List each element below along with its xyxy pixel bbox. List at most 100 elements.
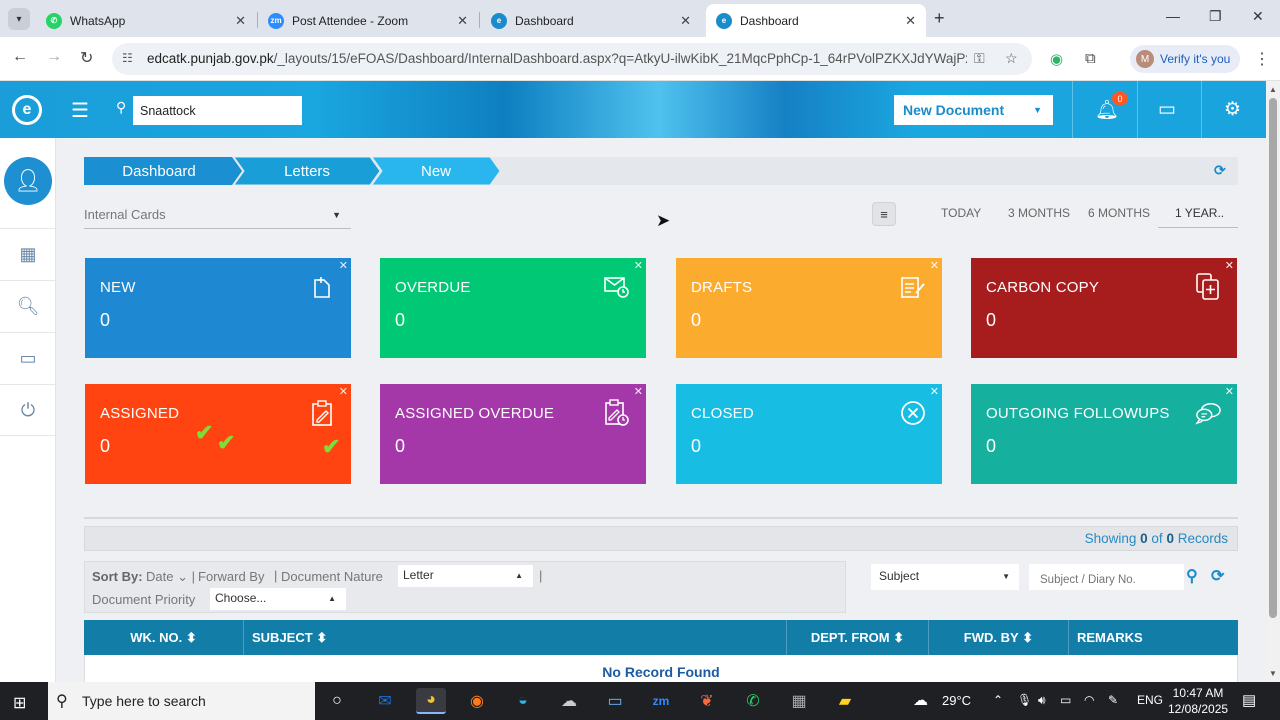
close-window-icon[interactable]: ✕ — [1252, 8, 1264, 25]
chrome-icon[interactable]: ◕ — [416, 688, 446, 714]
tab-dashboard[interactable]: e Dashboard ✕ — [481, 4, 701, 37]
chevron-up-icon[interactable]: ⌃ — [993, 693, 1003, 707]
range-3-months[interactable]: 3 MONTHS — [1008, 206, 1070, 220]
close-icon[interactable]: ✕ — [905, 13, 916, 29]
sticky-notes-icon[interactable]: ▰ — [830, 688, 860, 714]
search-input[interactable] — [133, 96, 302, 125]
scroll-thumb[interactable] — [1269, 98, 1277, 618]
new-tab-button[interactable]: + — [934, 8, 945, 29]
archive-tray-icon[interactable]: ▭ — [0, 332, 56, 384]
card-drafts[interactable]: DRAFTS 0 ✕ — [676, 258, 942, 358]
close-icon[interactable]: ✕ — [634, 259, 643, 272]
close-icon[interactable]: ✕ — [680, 13, 691, 29]
profile-verify-button[interactable]: M Verify it's you — [1130, 45, 1240, 73]
language-indicator[interactable]: ENG — [1137, 693, 1163, 707]
omnibox[interactable]: ☷ edcatk.punjab.gov.pk/_layouts/15/eFOAS… — [112, 43, 1032, 75]
taskbar-clock[interactable]: 10:47 AM 12/08/2025 — [1168, 685, 1228, 717]
card-outgoing-followups[interactable]: OUTGOING FOLLOWUPS 0 ✕ — [971, 384, 1237, 484]
scroll-up-icon[interactable]: ▲ — [1269, 85, 1277, 94]
tab-zoom[interactable]: zm Post Attendee - Zoom ✕ — [258, 4, 478, 37]
minimize-icon[interactable]: — — [1166, 8, 1180, 24]
column-dept-from[interactable]: DEPT. FROM ⬍ — [787, 620, 929, 655]
close-icon[interactable]: ✕ — [235, 13, 246, 29]
edge-icon[interactable]: ◒ — [508, 688, 538, 714]
pen-icon[interactable]: ✎ — [1108, 693, 1118, 707]
forward-icon[interactable]: → — [46, 48, 62, 66]
restore-icon[interactable]: ❐ — [1209, 8, 1222, 25]
url-text[interactable]: edcatk.punjab.gov.pk/_layouts/15/eFOAS/D… — [147, 51, 967, 66]
refresh-icon[interactable]: ⟳ — [1214, 162, 1226, 179]
close-icon[interactable]: ✕ — [930, 385, 939, 398]
card-assigned[interactable]: ASSIGNED 0 ✕ ✔ ✔ ✔ — [85, 384, 351, 484]
app-icon[interactable]: ❦ — [692, 688, 722, 714]
app-logo[interactable]: e — [12, 95, 42, 125]
user-profile-icon[interactable]: 👤︎ — [4, 157, 52, 205]
scroll-down-icon[interactable]: ▼ — [1269, 669, 1277, 678]
close-icon[interactable]: ✕ — [457, 13, 468, 29]
column-wk-no[interactable]: WK. NO. ⬍ — [84, 620, 244, 655]
bookmark-star-icon[interactable]: ☆ — [1005, 50, 1018, 67]
hamburger-menu-icon[interactable]: ☰ — [71, 98, 89, 123]
speaker-icon[interactable]: 🔊︎ — [1038, 693, 1046, 708]
document-search-icon[interactable]: 🔍︎ — [0, 280, 56, 332]
tab-whatsapp[interactable]: ✆ WhatsApp ✕ — [36, 4, 256, 37]
sort-date[interactable]: Date ⌄ | — [146, 569, 195, 585]
sort-forward-by[interactable]: Forward By — [198, 569, 264, 584]
close-icon[interactable]: ✕ — [1225, 259, 1234, 272]
wifi-icon[interactable]: ◠ — [1084, 693, 1094, 707]
card-overdue[interactable]: OVERDUE 0 ✕ — [380, 258, 646, 358]
list-view-button[interactable]: ≡ — [872, 202, 896, 226]
column-fwd-by[interactable]: FWD. BY ⬍ — [929, 620, 1069, 655]
puzzle-icon[interactable]: ⧉ — [1085, 50, 1096, 67]
range-1-year[interactable]: 1 YEAR.. — [1175, 206, 1224, 220]
whatsapp-icon[interactable]: ✆ — [738, 688, 768, 714]
notification-center-icon[interactable]: ▤ — [1242, 691, 1256, 709]
new-document-button[interactable]: New Document ▼ — [894, 95, 1053, 125]
card-carbon-copy[interactable]: CARBON COPY 0 ✕ — [971, 258, 1237, 358]
tab-search-dropdown[interactable]: ▾ — [8, 8, 30, 30]
page-scrollbar[interactable]: ▲ ▼ — [1266, 81, 1280, 682]
breadcrumb-dashboard[interactable]: Dashboard — [84, 157, 234, 185]
firefox-icon[interactable]: ◉ — [462, 688, 492, 714]
column-subject[interactable]: SUBJECT ⬍ — [244, 620, 787, 655]
range-today[interactable]: TODAY — [941, 206, 981, 220]
refresh-icon[interactable]: ⟳ — [1211, 566, 1224, 586]
dashboard-grid-icon[interactable]: ▦ — [0, 228, 56, 280]
app-window-icon[interactable]: ▭ — [600, 688, 630, 714]
site-info-icon[interactable]: ☷ — [122, 51, 133, 65]
weather-temp[interactable]: 29°C — [942, 693, 971, 708]
cards-type-select[interactable]: Internal Cards ▼ — [84, 203, 351, 229]
range-6-months[interactable]: 6 MONTHS — [1088, 206, 1150, 220]
diary-search-input[interactable] — [1029, 564, 1184, 590]
close-icon[interactable]: ✕ — [339, 259, 348, 272]
microphone-icon[interactable]: 🎙︎ — [1017, 693, 1032, 707]
subject-select[interactable]: Subject ▼ — [871, 564, 1019, 590]
weather-cloud-icon[interactable]: ☁ — [913, 691, 928, 709]
gear-icon[interactable]: ⚙ — [1224, 98, 1241, 121]
reload-icon[interactable]: ↻ — [80, 48, 93, 68]
more-menu-icon[interactable]: ⋮ — [1254, 49, 1270, 69]
close-icon[interactable]: ✕ — [634, 385, 643, 398]
card-assigned-overdue[interactable]: ASSIGNED OVERDUE 0 ✕ — [380, 384, 646, 484]
close-icon[interactable]: ✕ — [1225, 385, 1234, 398]
back-icon[interactable]: ← — [12, 48, 28, 66]
calculator-icon[interactable]: ▦ — [784, 688, 814, 714]
outlook-icon[interactable]: ✉ — [370, 688, 400, 714]
power-icon[interactable]: ⏻ — [0, 384, 56, 436]
taskbar-search-box[interactable]: ⚲ Type here to search — [48, 682, 315, 720]
extension-icon[interactable]: ◉ — [1050, 50, 1063, 68]
document-priority-select[interactable]: Choose... ▲ — [210, 588, 346, 610]
card-new[interactable]: NEW 0 ✕ — [85, 258, 351, 358]
close-icon[interactable]: ✕ — [339, 385, 348, 398]
windows-start-icon[interactable]: ⊞ — [13, 693, 26, 713]
search-icon[interactable]: ⚲ — [1186, 566, 1198, 586]
close-icon[interactable]: ✕ — [930, 259, 939, 272]
key-icon[interactable]: ⚿ — [974, 50, 985, 67]
document-nature-select[interactable]: Letter ▲ — [398, 565, 533, 587]
sort-document-nature[interactable]: Document Nature — [281, 569, 383, 584]
inbox-tray-icon[interactable]: ▭ — [1158, 98, 1176, 121]
tab-dashboard-active[interactable]: e Dashboard ✕ — [706, 4, 926, 37]
card-closed[interactable]: CLOSED 0 ✕ — [676, 384, 942, 484]
column-remarks[interactable]: REMARKS — [1069, 620, 1238, 655]
task-view-icon[interactable]: ○ — [322, 688, 352, 714]
